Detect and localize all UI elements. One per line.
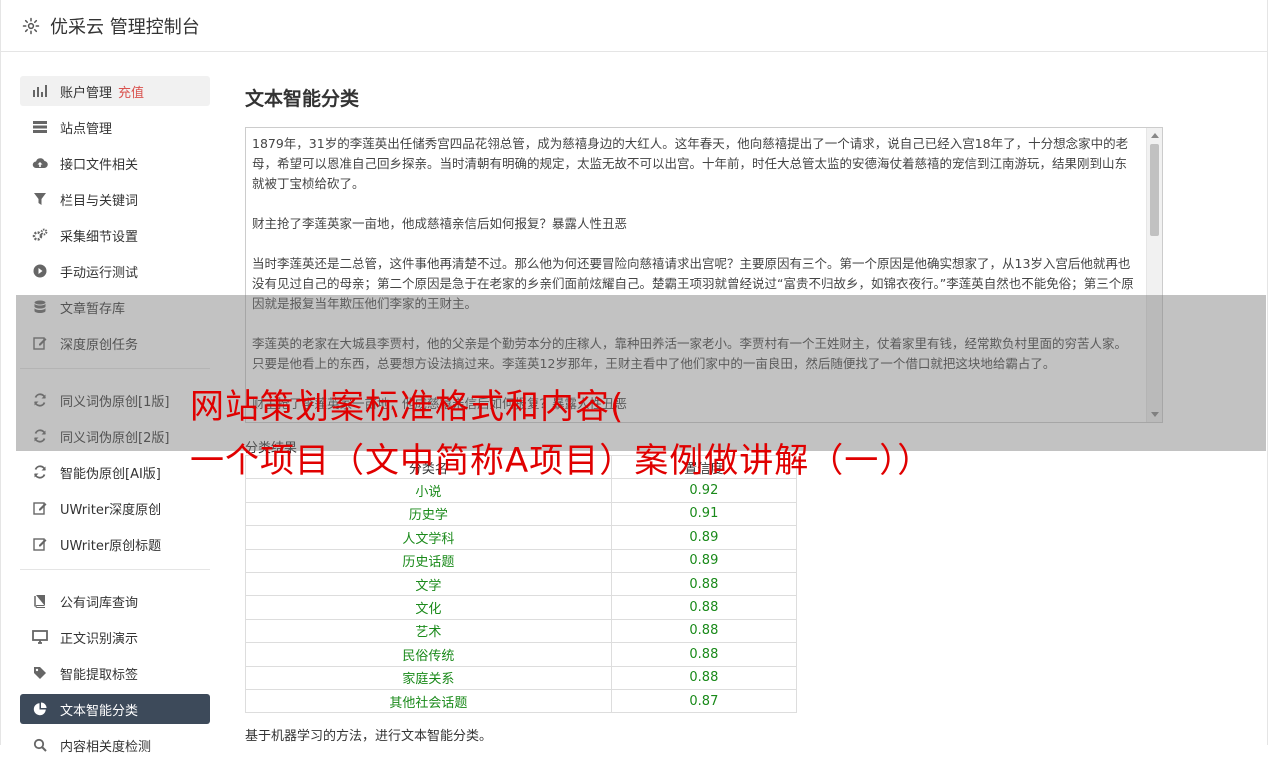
sidebar-item-relevance-check[interactable]: 内容相关度检测 [20, 730, 210, 760]
sidebar-item-label: 栏目与关键词 [60, 193, 139, 209]
category-cell: 民俗传统 [245, 642, 612, 667]
recharge-link[interactable]: 充值 [118, 82, 144, 101]
confidence-cell: 0.88 [610, 595, 798, 620]
table-row: 家庭关系 0.88 [245, 665, 798, 690]
confidence-cell: 0.88 [610, 618, 798, 644]
scroll-up-arrow[interactable] [1151, 133, 1159, 138]
confidence-cell: 0.87 [610, 688, 798, 714]
category-cell: 文化 [245, 595, 612, 620]
sidebar-item-text-classify[interactable]: 文本智能分类 [20, 694, 210, 724]
edit-icon [32, 500, 48, 516]
book-icon [32, 593, 48, 609]
sidebar-item-label: 智能伪原创[AI版] [60, 466, 161, 482]
confidence-cell: 0.89 [610, 525, 798, 550]
edit-icon [32, 536, 48, 552]
cloud-upload-icon [32, 155, 48, 171]
sidebar-item-text-recognition[interactable]: 正文识别演示 [20, 622, 210, 652]
sidebar-item-interface-files[interactable]: 接口文件相关 [20, 148, 210, 178]
overlay-title-line2: 一个项目（文中简称A项目）案例做讲解（一）） [190, 441, 933, 481]
confidence-cell: 0.88 [610, 642, 798, 667]
table-row: 民俗传统 0.88 [245, 642, 798, 667]
sidebar-item-uwriter-title[interactable]: UWriter原创标题 [20, 529, 210, 559]
table-row: 文化 0.88 [245, 595, 798, 620]
table-row: 其他社会话题 0.87 [245, 688, 798, 714]
confidence-cell: 0.89 [610, 548, 798, 573]
sidebar-item-uwriter-deep[interactable]: UWriter深度原创 [20, 493, 210, 523]
sidebar-item-collect-settings[interactable]: 采集细节设置 [20, 220, 210, 250]
sidebar-item-manual-run[interactable]: 手动运行测试 [20, 256, 210, 286]
sidebar-item-label: 正文识别演示 [60, 631, 139, 647]
pie-chart-icon [32, 701, 48, 717]
overlay-title: 网站策划案标准格式和内容( 一个项目（文中简称A项目）案例做讲解（一）） [190, 380, 932, 488]
category-cell: 人文学科 [245, 525, 612, 550]
refresh-icon [32, 464, 48, 480]
search-icon [32, 737, 48, 753]
sidebar-item-label: 文本智能分类 [60, 703, 139, 719]
category-cell: 历史话题 [245, 548, 612, 573]
category-cell: 家庭关系 [245, 665, 612, 690]
gears-icon [32, 227, 48, 243]
category-cell: 艺术 [245, 618, 612, 644]
sidebar-item-ai-rewrite[interactable]: 智能伪原创[AI版] [20, 457, 210, 487]
sidebar-item-columns-keywords[interactable]: 栏目与关键词 [20, 184, 210, 214]
filter-icon [32, 191, 48, 207]
text-paragraph: 财主抢了李莲英家一亩地，他成慈禧亲信后如何报复？暴露人性丑恶 [252, 216, 628, 231]
sidebar-item-label: 站点管理 [60, 121, 113, 137]
sidebar-item-label: 内容相关度检测 [60, 739, 152, 755]
page-title: 文本智能分类 [245, 88, 360, 110]
method-note: 基于机器学习的方法，进行文本智能分类。 [245, 729, 493, 745]
sidebar-item-tag-extract[interactable]: 智能提取标签 [20, 658, 210, 688]
classification-table: 分类名 置信度 小说 0.92 历史学 0.91 人文学科 0.89 历史话题 0.89… [245, 454, 798, 714]
sidebar-item-sites[interactable]: 站点管理 [20, 112, 210, 142]
table-row: 历史话题 0.89 [245, 548, 798, 573]
table-row: 艺术 0.88 [245, 618, 798, 644]
confidence-cell: 0.91 [610, 501, 798, 527]
sidebar-item-account[interactable]: 账户管理 充值 [20, 76, 210, 106]
table-row: 文学 0.88 [245, 571, 798, 597]
sidebar-item-public-dict[interactable]: 公有词库查询 [20, 586, 210, 616]
bar-chart-icon [32, 83, 48, 99]
server-icon [32, 119, 48, 135]
top-header: 优采云 管理控制台 [0, 0, 1268, 52]
sidebar-item-label: UWriter深度原创 [60, 502, 162, 518]
category-cell: 历史学 [245, 501, 612, 527]
category-cell: 其他社会话题 [245, 688, 612, 714]
scroll-thumb[interactable] [1150, 144, 1159, 236]
console-title: 优采云 管理控制台 [50, 16, 200, 38]
sidebar-divider [20, 569, 210, 570]
overlay-title-line1: 网站策划案标准格式和内容( [190, 387, 625, 427]
confidence-cell: 0.88 [610, 665, 798, 690]
confidence-cell: 0.88 [610, 571, 798, 597]
text-paragraph: 1879年，31岁的李莲英出任储秀宫四品花翎总管，成为慈禧身边的大红人。这年春天… [252, 136, 1129, 191]
table-row: 人文学科 0.89 [245, 525, 798, 550]
category-cell: 文学 [245, 571, 612, 597]
sidebar-item-label: 接口文件相关 [60, 157, 139, 173]
sidebar-item-label: 智能提取标签 [60, 667, 139, 683]
table-row: 历史学 0.91 [245, 501, 798, 527]
play-circle-icon [32, 263, 48, 279]
sidebar-item-label: 手动运行测试 [60, 265, 139, 281]
sidebar-item-label: 账户管理 [60, 85, 113, 101]
sidebar-item-label: 采集细节设置 [60, 229, 139, 245]
tag-icon [32, 665, 48, 681]
sidebar-item-label: UWriter原创标题 [60, 538, 162, 554]
monitor-icon [32, 629, 48, 645]
gear-icon[interactable] [22, 17, 40, 35]
sidebar-item-label: 公有词库查询 [60, 595, 139, 611]
